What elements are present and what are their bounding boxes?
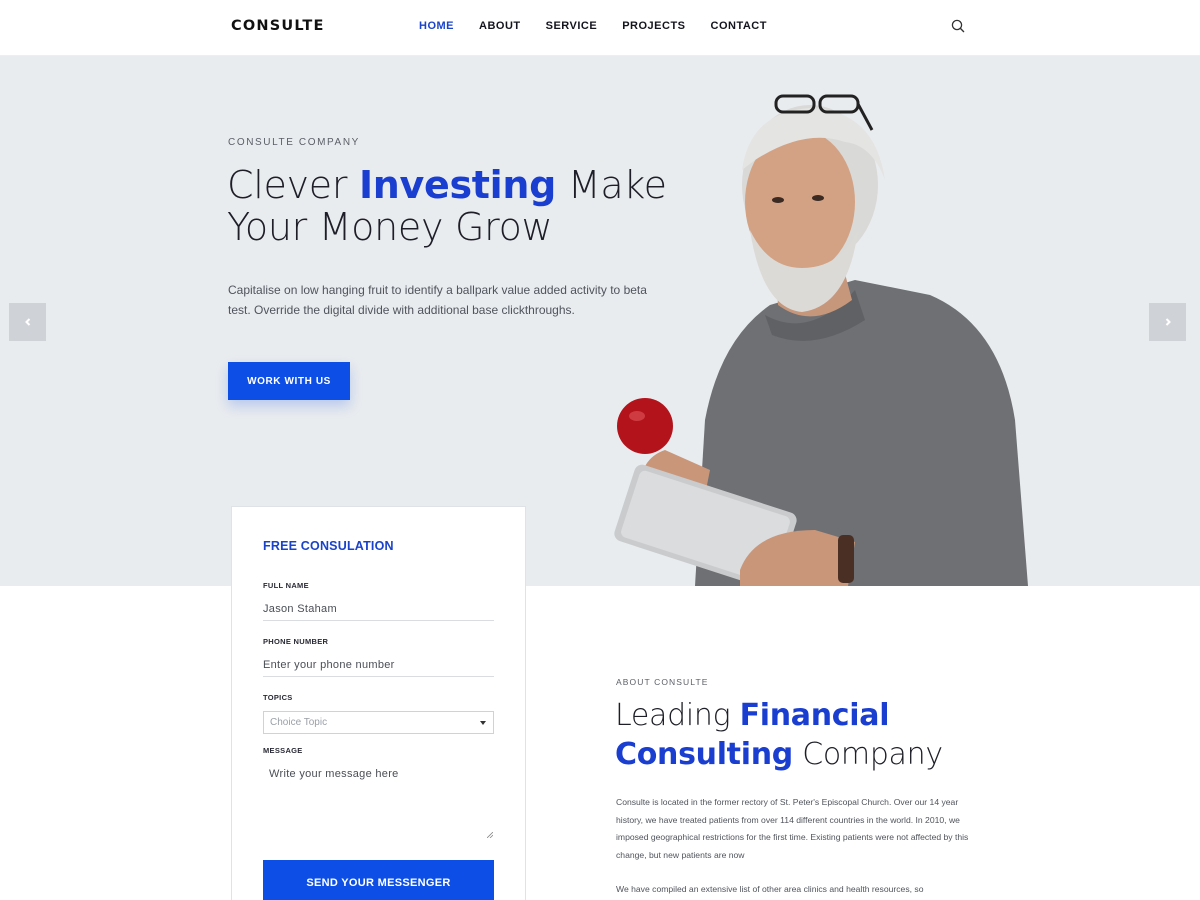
nav-contact[interactable]: CONTACT bbox=[711, 20, 767, 32]
form-title: FREE CONSULATION bbox=[263, 539, 394, 553]
slider-next-button[interactable] bbox=[1149, 303, 1186, 341]
about-paragraph: We have compiled an extensive list of ot… bbox=[616, 884, 924, 894]
chevron-right-icon bbox=[1165, 318, 1171, 326]
about-eyebrow: ABOUT CONSULTE bbox=[616, 677, 709, 687]
site-logo[interactable]: CONSULTE bbox=[231, 18, 325, 34]
nav-about[interactable]: ABOUT bbox=[479, 20, 521, 32]
topics-select-value: Choice Topic bbox=[270, 717, 328, 728]
about-paragraph: Consulte is located in the former rector… bbox=[616, 797, 969, 860]
caret-down-icon bbox=[480, 721, 486, 725]
nav-service[interactable]: SERVICE bbox=[546, 20, 598, 32]
phone-number-label: PHONE NUMBER bbox=[263, 637, 329, 646]
full-name-label: FULL NAME bbox=[263, 581, 309, 590]
hero-title-highlight: Investing bbox=[358, 163, 557, 207]
full-name-field[interactable] bbox=[263, 597, 494, 621]
nav-home[interactable]: HOME bbox=[419, 20, 454, 32]
slider-prev-button[interactable] bbox=[9, 303, 46, 341]
main-nav: HOME ABOUT SERVICE PROJECTS CONTACT bbox=[419, 20, 792, 32]
search-icon[interactable] bbox=[950, 18, 966, 34]
resize-handle-icon[interactable] bbox=[487, 832, 493, 838]
consultation-form: FREE CONSULATION FULL NAME PHONE NUMBER … bbox=[231, 506, 526, 900]
site-header: CONSULTE HOME ABOUT SERVICE PROJECTS CON… bbox=[0, 0, 1200, 56]
work-with-us-button[interactable]: WORK WITH US bbox=[228, 362, 350, 400]
message-field[interactable] bbox=[263, 761, 494, 839]
hero-slider: CONSULTE COMPANY Clever Investing Make Y… bbox=[0, 56, 1200, 586]
about-title: Leading Financial Consulting Company bbox=[615, 698, 943, 772]
chevron-left-icon bbox=[24, 318, 30, 326]
hero-person-illustration bbox=[614, 94, 1028, 586]
nav-projects[interactable]: PROJECTS bbox=[622, 20, 685, 32]
hero-eyebrow: CONSULTE COMPANY bbox=[228, 137, 360, 148]
send-message-button[interactable]: SEND YOUR MESSENGER bbox=[263, 860, 494, 900]
message-label: MESSAGE bbox=[263, 746, 303, 755]
topics-label: TOPICS bbox=[263, 693, 293, 702]
phone-number-field[interactable] bbox=[263, 653, 494, 677]
topics-select[interactable]: Choice Topic bbox=[263, 711, 494, 734]
